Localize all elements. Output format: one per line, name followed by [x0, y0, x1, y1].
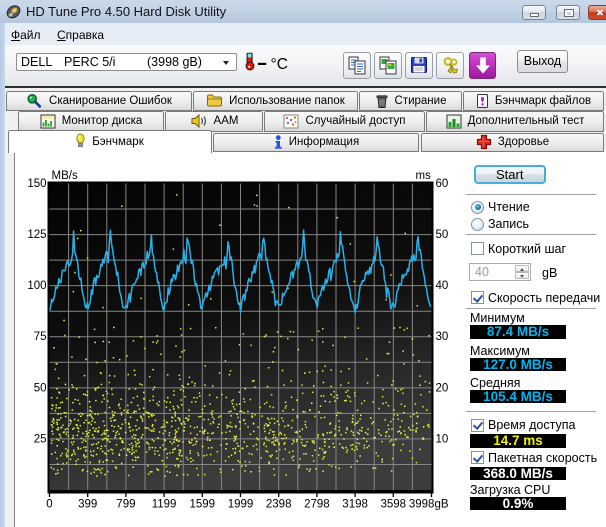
svg-text:3598: 3598: [381, 499, 407, 511]
svg-text:125: 125: [28, 229, 47, 241]
svg-text:20: 20: [436, 382, 449, 394]
svg-text:1599: 1599: [190, 499, 216, 511]
svg-text:3998gB: 3998gB: [409, 499, 449, 511]
svg-text:2398: 2398: [266, 499, 292, 511]
svg-text:MB/s: MB/s: [52, 170, 78, 182]
svg-text:°C: °C: [271, 56, 288, 73]
svg-text:25: 25: [34, 433, 47, 445]
svg-text:30: 30: [436, 331, 449, 343]
svg-text:100: 100: [28, 280, 47, 292]
svg-text:399: 399: [78, 499, 97, 511]
svg-text:0: 0: [46, 499, 52, 511]
svg-text:50: 50: [436, 229, 449, 241]
svg-text:75: 75: [34, 331, 47, 343]
svg-text:1999: 1999: [228, 499, 254, 511]
svg-text:2798: 2798: [304, 499, 330, 511]
svg-text:1199: 1199: [152, 499, 177, 511]
svg-text:60: 60: [436, 178, 449, 190]
svg-text:ms: ms: [416, 170, 432, 182]
svg-text:40: 40: [436, 280, 449, 292]
svg-text:799: 799: [116, 499, 135, 511]
svg-text:50: 50: [34, 382, 47, 394]
svg-text:150: 150: [28, 178, 47, 190]
svg-text:3198: 3198: [342, 499, 368, 511]
svg-text:10: 10: [436, 433, 449, 445]
